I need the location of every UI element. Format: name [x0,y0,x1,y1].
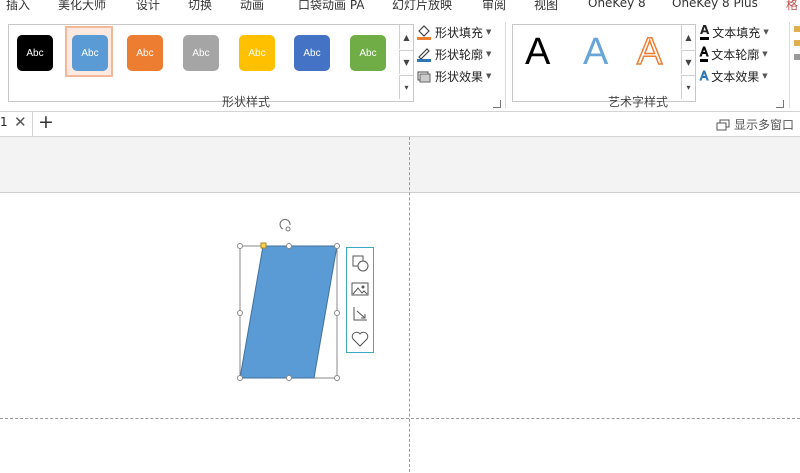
parallelogram-shape[interactable] [239,245,338,379]
slide[interactable] [0,192,800,473]
shape-effect-button[interactable]: 形状效果 ▼ [416,66,491,86]
wordart-scroll-up[interactable]: ▲ [681,25,695,49]
tab-animations[interactable]: 动画 [240,0,264,13]
dropdown-caret-icon: ▼ [486,72,492,80]
dropdown-caret-icon: ▼ [486,50,492,58]
style-swatch[interactable]: Abc [239,35,275,71]
multiwindow-icon [716,119,730,130]
crop-resize-icon[interactable] [351,305,369,323]
group-label-wordart: 艺术字样式 [608,95,669,109]
resize-handle-r[interactable] [334,310,340,316]
wordart-scroll-down[interactable]: ▼ [681,50,695,74]
style-swatch[interactable]: Abc [183,35,219,71]
swatch-label: Abc [359,47,377,59]
shape-insert-icon[interactable] [351,254,369,272]
tab-slideshow[interactable]: 幻灯片放映 [392,0,452,13]
style-swatch[interactable]: Abc [350,35,386,71]
text-outline-button[interactable]: A 文本轮廓 ▼ [699,44,768,64]
wordart-sample[interactable]: A [525,31,550,74]
text-effect-icon: A [699,68,709,83]
tab-divider [32,112,33,136]
wordart-gallery: A A A ▲ ▼ ▾ [512,24,696,102]
shape-effect-icon [417,71,431,83]
dialog-launcher-icon[interactable] [776,100,784,108]
text-outline-label: 文本轮廓 [711,47,760,62]
dropdown-caret-icon: ▼ [763,28,769,36]
resize-handle-tl[interactable] [237,243,243,249]
style-swatch[interactable]: Abc [127,35,163,71]
quick-actions-bar [346,247,374,353]
doc-tab-label[interactable]: 1 [0,115,8,129]
resize-handle-t[interactable] [286,243,292,249]
adjust-handle[interactable] [260,242,267,249]
group-label-shape-styles: 形状样式 [222,95,271,109]
style-swatch[interactable]: Abc [72,35,108,71]
show-multiwindow-button[interactable]: 显示多窗口 [716,116,794,133]
shape-fill-button[interactable]: 形状填充 ▼ [416,22,491,42]
close-tab-icon[interactable]: ✕ [14,113,27,131]
text-outline-icon: A [699,45,709,62]
tab-beautify[interactable]: 美化大师 [58,0,106,13]
ribbon-tab-row: 插入 美化大师 设计 切换 动画 口袋动画 PA 幻灯片放映 审阅 视图 One… [0,0,800,14]
swatch-label: Abc [136,47,154,59]
tab-onekey8[interactable]: OneKey 8 [588,0,646,10]
swatch-label: Abc [81,47,99,59]
dialog-launcher-icon[interactable] [493,100,501,108]
dropdown-caret-icon: ▼ [762,72,768,80]
resize-handle-b[interactable] [286,375,292,381]
tab-transitions[interactable]: 切换 [188,0,212,13]
resize-handle-br[interactable] [334,375,340,381]
resize-handle-bl[interactable] [237,375,243,381]
vertical-guide [409,137,410,472]
swatch-label: Abc [303,47,321,59]
style-swatch[interactable]: Abc [17,35,53,71]
shape-effect-label: 形状效果 [435,69,484,84]
shape-outline-label: 形状轮廓 [435,47,484,62]
dropdown-caret-icon: ▼ [762,50,768,58]
tab-insert[interactable]: 插入 [6,0,30,13]
tab-review[interactable]: 审阅 [482,0,506,13]
horizontal-guide [0,418,800,419]
wordart-expand[interactable]: ▾ [681,75,695,99]
text-fill-label: 文本填充 [712,25,761,40]
tab-design[interactable]: 设计 [136,0,160,13]
tab-onekey8plus[interactable]: OneKey 8 Plus [672,0,758,10]
text-effect-button[interactable]: A 文本效果 ▼ [699,66,768,86]
shape-style-gallery: Abc Abc Abc Abc Abc Abc Abc ▲ ▼ ▾ [8,24,414,102]
swatch-label: Abc [248,47,266,59]
tab-format[interactable]: 格 [786,0,798,13]
ribbon: Abc Abc Abc Abc Abc Abc Abc ▲ ▼ ▾ 形状填充 ▼ … [0,14,800,112]
swatch-label: Abc [192,47,210,59]
group-divider [505,22,506,108]
text-effect-label: 文本效果 [711,69,760,84]
dropdown-caret-icon: ▼ [486,28,492,36]
show-multiwindow-label: 显示多窗口 [734,118,795,132]
shape-fill-label: 形状填充 [435,25,484,40]
gallery-expand[interactable]: ▾ [399,75,413,99]
picture-icon[interactable] [351,280,369,298]
heart-icon[interactable] [351,330,369,348]
style-swatch[interactable]: Abc [294,35,330,71]
pen-icon [417,48,431,62]
new-tab-icon[interactable]: + [38,111,54,133]
swatch-label: Abc [26,47,44,59]
wordart-sample[interactable]: A [636,30,663,74]
shape-outline-button[interactable]: 形状轮廓 ▼ [416,44,491,64]
group-divider [789,22,790,108]
document-tab-bar: 1 ✕ + 显示多窗口 [0,111,800,137]
tab-pocket-animation[interactable]: 口袋动画 PA [298,0,365,13]
rotate-handle-icon[interactable] [279,218,291,232]
paint-bucket-icon [417,25,431,40]
gallery-scroll-down[interactable]: ▼ [399,50,413,74]
resize-handle-tr[interactable] [334,243,340,249]
resize-handle-l[interactable] [237,310,243,316]
text-fill-icon: A [700,24,710,40]
wordart-sample[interactable]: A [583,31,608,74]
gallery-scroll-up[interactable]: ▲ [399,25,413,49]
tab-view[interactable]: 视图 [534,0,558,13]
text-fill-button[interactable]: A 文本填充 ▼ [700,22,769,42]
editing-canvas [0,137,800,473]
clipped-group-icons [794,26,800,86]
